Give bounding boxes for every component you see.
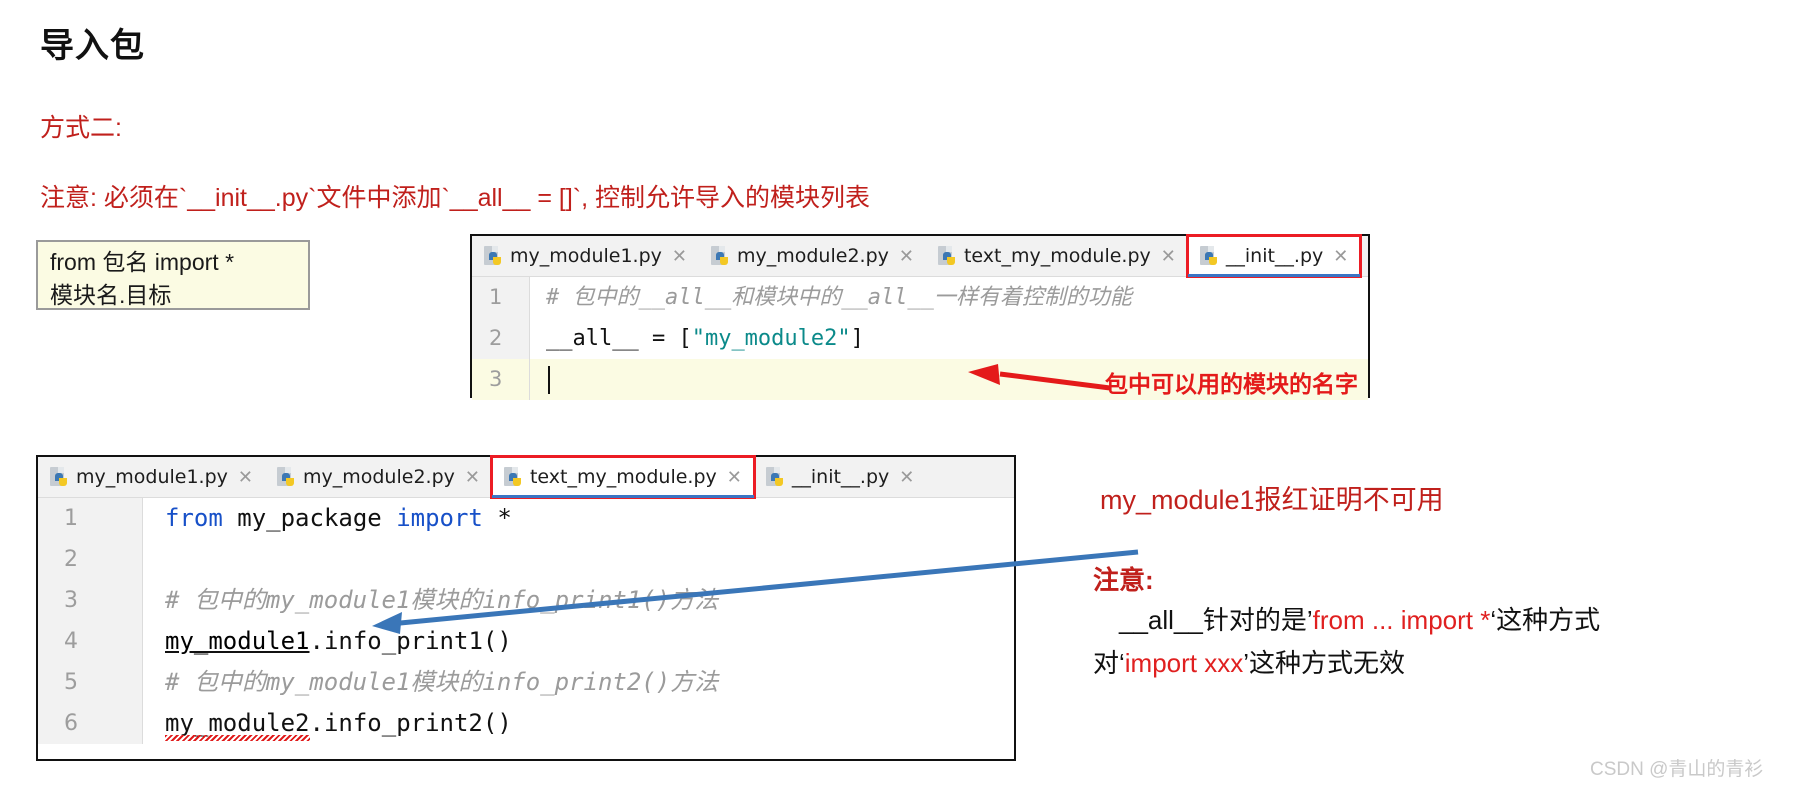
line-number: 1: [489, 285, 503, 309]
code-token: import: [396, 504, 483, 532]
python-file-icon: [50, 466, 69, 488]
tab-label: __init__.py: [1225, 245, 1324, 267]
close-icon[interactable]: ✕: [727, 468, 742, 486]
code-token: my_package: [222, 504, 397, 532]
close-icon[interactable]: ✕: [238, 468, 253, 486]
code-token: # 包中的__all__和模块中的__all__一样有着控制的功能: [546, 285, 1132, 310]
tab-text-my-module-py[interactable]: text_my_module.py ✕: [925, 236, 1188, 276]
python-file-icon: [937, 245, 957, 267]
line-number: 3: [64, 588, 78, 613]
python-file-icon: [710, 245, 730, 267]
attention-l1-part-a: __all__针对的是’: [1093, 605, 1313, 635]
red-annotation-module-name: 包中可以用的模块的名字: [1105, 371, 1358, 397]
syntax-box-line-1: from 包名 import *: [50, 249, 235, 275]
close-icon[interactable]: ✕: [672, 247, 687, 265]
editor1-tabbar: my_module1.py ✕ my_module2.py ✕ text_my_modu…: [472, 234, 1368, 278]
attention-l2-code: import xxx: [1124, 648, 1244, 678]
line-number: 5: [64, 670, 78, 695]
line-number: 2: [64, 547, 78, 572]
tab-label: my_module1.py: [510, 245, 662, 267]
annotation-my-module1-error: my_module1报红证明不可用: [1100, 485, 1444, 515]
tab-label: my_module2.py: [302, 466, 455, 488]
close-icon[interactable]: ✕: [465, 468, 480, 486]
code-token: "my_module2": [691, 326, 851, 351]
code-token: # 包中的my_module1模块的info_print2()方法: [165, 668, 719, 696]
code-line[interactable]: __all__ = ["my_module2"]: [530, 318, 1368, 359]
python-file-icon: [484, 245, 503, 267]
attention-l1-part-b: ‘这种方式: [1490, 605, 1601, 635]
code-line[interactable]: # 包中的__all__和模块中的__all__一样有着控制的功能: [530, 277, 1368, 318]
editor2-gutter: 1 2 3 4 5 6: [38, 498, 143, 744]
python-file-icon: [276, 466, 296, 488]
note-line: 注意: 必须在`__init__.py`文件中添加`__all__ = []`,…: [40, 184, 871, 212]
python-file-icon: [1199, 245, 1219, 267]
method-label: 方式二:: [40, 114, 122, 142]
page-title: 导入包: [40, 27, 145, 65]
python-file-icon: [765, 466, 785, 488]
attention-l2-part-a: 对‘: [1093, 648, 1125, 678]
line-number: 1: [64, 506, 78, 531]
tab-label: __init__.py: [791, 466, 890, 488]
tab-label: my_module1.py: [76, 466, 228, 488]
close-icon[interactable]: ✕: [1161, 247, 1176, 265]
annotation-attention-line-1: __all__针对的是’from ... import *‘这种方式: [1093, 600, 1600, 637]
editor1-gutter: 1 2 3: [472, 277, 530, 400]
syntax-box-line-2: 模块名.目标: [50, 282, 172, 308]
code-token: __all__ = [: [546, 326, 692, 351]
code-line[interactable]: from my_package import *: [143, 498, 1014, 539]
attention-l2-part-b: ’这种方式无效: [1243, 648, 1406, 678]
tab-my-module1-py[interactable]: my_module1.py ✕: [472, 236, 699, 276]
line-number: 4: [64, 629, 78, 654]
python-file-icon: [503, 466, 523, 488]
code-token: my_module1: [165, 627, 310, 655]
blue-arrow-icon: [372, 549, 1139, 634]
line-number: 3: [472, 359, 529, 400]
attention-l1-code: from ... import *: [1312, 605, 1491, 635]
watermark: CSDN @青山的青衫: [1590, 759, 1764, 780]
line-number: 2: [489, 326, 503, 350]
annotation-attention-title: 注意:: [1093, 565, 1154, 595]
red-arrow-icon: [968, 364, 1111, 391]
code-token: from: [165, 504, 223, 532]
tab-my-module2-py[interactable]: my_module2.py ✕: [698, 236, 926, 276]
line-number: 6: [64, 711, 78, 736]
code-token: my_module2.info_print2(): [165, 709, 512, 737]
text-caret: [548, 366, 550, 394]
code-token: *: [482, 504, 512, 532]
editor2-tabbar: my_module1.py ✕ my_module2.py ✕ text_my_modu…: [38, 455, 1014, 499]
tab-label: text_my_module.py: [963, 245, 1151, 267]
tab-my-module1-py[interactable]: my_module1.py ✕: [38, 457, 265, 497]
code-token: ]: [850, 326, 864, 351]
close-icon[interactable]: ✕: [899, 247, 914, 265]
tab-init-py[interactable]: __init__.py ✕: [753, 457, 927, 497]
error-squiggle-icon: [165, 735, 310, 741]
close-icon[interactable]: ✕: [1333, 247, 1348, 265]
tab-label: my_module2.py: [736, 245, 889, 267]
code-line[interactable]: # 包中的my_module1模块的info_print2()方法: [143, 662, 1014, 703]
tab-my-module2-py[interactable]: my_module2.py ✕: [264, 457, 492, 497]
tab-label: text_my_module.py: [529, 466, 717, 488]
tab-text-my-module-py[interactable]: text_my_module.py ✕: [489, 455, 756, 499]
annotation-attention-line-2: 对‘import xxx’这种方式无效: [1093, 643, 1405, 680]
close-icon[interactable]: ✕: [899, 468, 914, 486]
syntax-box: from 包名 import * 模块名.目标: [36, 240, 310, 310]
tab-init-py[interactable]: __init__.py ✕: [1185, 234, 1363, 278]
